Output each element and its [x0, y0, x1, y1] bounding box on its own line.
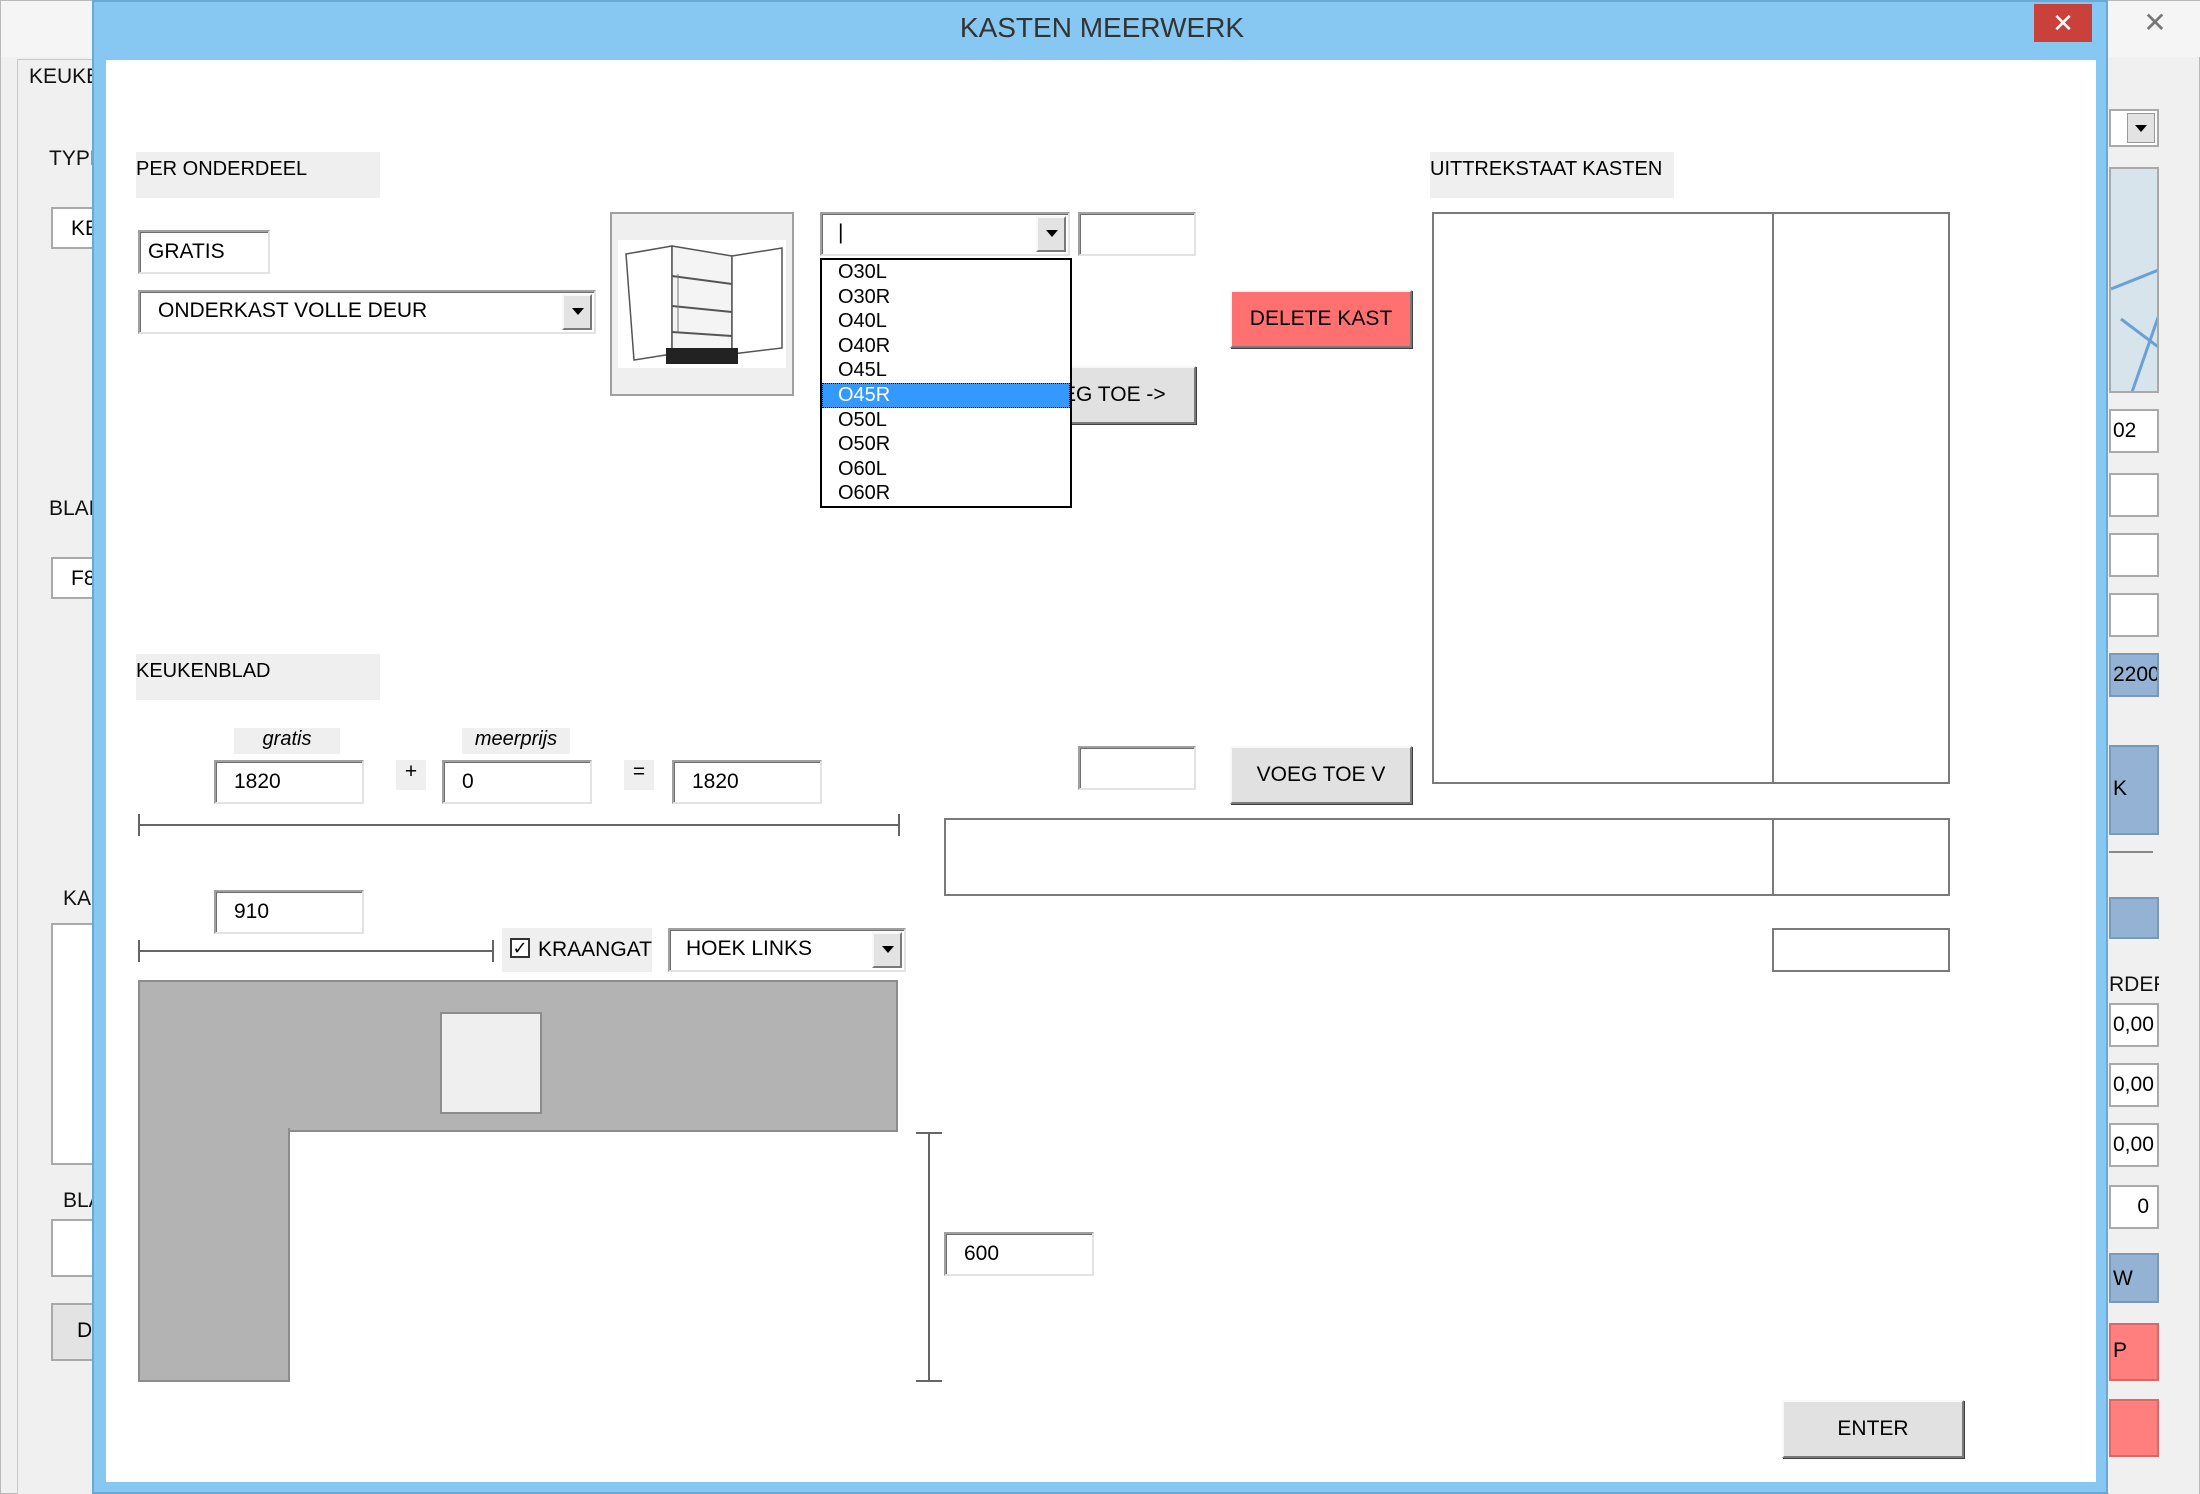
uittrekstaat-label: UITTREKSTAAT KASTEN [1430, 152, 1674, 198]
gratis-caption: gratis [234, 728, 340, 754]
dialog-close-button[interactable]: ✕ [2034, 4, 2092, 42]
equals-label: = [624, 760, 654, 790]
hoek-select-value: HOEK LINKS [686, 937, 813, 960]
background-field-2200[interactable]: 2200 [2109, 653, 2159, 697]
delete-kast-button[interactable]: DELETE KAST [1230, 290, 1412, 348]
kraangat-checkbox-row[interactable]: ✓ KRAANGAT [502, 928, 652, 972]
background-blad-label: BLAD [49, 497, 93, 520]
length-dimension-tick-left [138, 814, 140, 836]
countertop-joint [140, 1126, 288, 1132]
chevron-down-icon[interactable] [562, 294, 592, 330]
keukenblad-label: KEUKENBLAD [136, 654, 380, 700]
dialog-title: KASTEN MEERWERK [959, 12, 1245, 43]
voeg-toe-arrow-button-label: EG TOE -> [1062, 383, 1166, 406]
cabinet-image [610, 212, 794, 396]
dropdown-option[interactable]: O40R [822, 334, 1070, 359]
uittrekstaat-list[interactable] [1432, 212, 1774, 784]
kasten-meerwerk-dialog: KASTEN MEERWERK ✕ PER ONDERDEEL GRATIS O… [92, 0, 2108, 1494]
kast-type-select[interactable]: ONDERKAST VOLLE DEUR [138, 290, 596, 334]
blad-width-field[interactable]: 910 [214, 890, 364, 934]
width-dimension-tick-left [138, 940, 140, 962]
dropdown-option[interactable]: O45R [822, 382, 1070, 408]
background-type-label: TYPE [49, 147, 93, 170]
length-dimension-tick-right [898, 814, 900, 836]
background-kas-label: KA: [63, 887, 93, 910]
background-red-button[interactable] [2109, 1399, 2159, 1457]
width-dimension-tick-right [492, 940, 494, 962]
background-field-c[interactable] [2109, 593, 2159, 637]
blad-summary-price-box[interactable] [1772, 818, 1950, 896]
blad-gratis-field[interactable]: 1820 [214, 760, 364, 804]
blad-meerprijs-field[interactable]: 0 [442, 760, 592, 804]
kast-code-dropdown-list[interactable]: O30L O30R O40L O40R O45L O45R O50L O50R O60L O60R [820, 258, 1072, 508]
meerprijs-caption: meerprijs [462, 728, 570, 754]
dropdown-option[interactable]: O50R [822, 432, 1070, 457]
cabinet-illustration-icon [618, 240, 786, 368]
depth-dimension-line [928, 1132, 930, 1382]
dropdown-option[interactable]: O30R [822, 285, 1070, 310]
kraangat-label: KRAANGAT [538, 938, 652, 961]
background-close-icon[interactable]: ✕ [2125, 5, 2185, 41]
background-field-b[interactable] [2109, 533, 2159, 577]
gratis-field[interactable]: GRATIS [138, 230, 270, 274]
background-w-button[interactable]: W [2109, 1253, 2159, 1303]
chevron-down-icon[interactable] [872, 932, 902, 968]
background-bla-label: BLA [63, 1189, 93, 1212]
background-p-button[interactable]: P [2109, 1323, 2159, 1381]
kast-type-select-value: ONDERKAST VOLLE DEUR [158, 299, 428, 322]
blad-extra-field[interactable] [1078, 746, 1196, 790]
plus-label: + [396, 760, 426, 790]
enter-button[interactable]: ENTER [1782, 1400, 1964, 1458]
voeg-toe-arrow-button[interactable]: EG TOE -> [1060, 366, 1196, 424]
background-money-3[interactable]: 0,00 [2109, 1123, 2159, 1167]
background-tab-label[interactable]: KEUKEI [29, 65, 93, 89]
voeg-toe-v-button[interactable]: VOEG TOE V [1230, 746, 1412, 804]
background-money-2[interactable]: 0,00 [2109, 1063, 2159, 1107]
background-field-02[interactable]: 02 [2109, 409, 2159, 453]
background-divider [2109, 851, 2153, 853]
depth-dimension-tick-bottom [916, 1380, 942, 1382]
background-left-panel [17, 59, 97, 1494]
width-dimension-line [138, 950, 494, 952]
dropdown-option[interactable]: O30L [822, 260, 1070, 285]
length-dimension-line [138, 824, 900, 826]
background-field-a[interactable] [2109, 473, 2159, 517]
kraangat-checkbox[interactable]: ✓ [510, 938, 530, 958]
dropdown-option[interactable]: O60R [822, 481, 1070, 506]
dropdown-option[interactable]: O45L [822, 358, 1070, 383]
blad-summary-box[interactable] [944, 818, 1774, 896]
kast-code-quantity-field[interactable] [1078, 212, 1196, 256]
kast-code-select-value: | [838, 221, 844, 244]
sink-cutout [440, 1012, 542, 1114]
blad-total-field[interactable]: 1820 [672, 760, 822, 804]
uittrekstaat-price-list[interactable] [1772, 212, 1950, 784]
background-zero-field[interactable]: 0 [2109, 1185, 2159, 1229]
hoek-select[interactable]: HOEK LINKS [668, 928, 906, 972]
dropdown-option[interactable]: O50L [822, 408, 1070, 433]
background-money-1[interactable]: 0,00 [2109, 1003, 2159, 1047]
dropdown-option[interactable]: O60L [822, 457, 1070, 482]
chevron-down-icon[interactable] [1036, 216, 1066, 252]
background-rder-label: RDER [2109, 973, 2159, 996]
depth-dimension-tick-top [916, 1132, 942, 1134]
countertop-side-segment [138, 1128, 290, 1382]
background-right-combo[interactable] [2109, 109, 2159, 147]
background-blue-bar[interactable] [2109, 897, 2159, 939]
total-price-box[interactable] [1772, 928, 1950, 972]
per-onderdeel-label: PER ONDERDEEL [136, 152, 380, 198]
background-blue-button-k[interactable]: K [2109, 745, 2159, 835]
background-map-thumbnail [2109, 167, 2159, 393]
kast-code-select[interactable]: | [820, 212, 1070, 256]
blad-depth-field[interactable]: 600 [944, 1232, 1094, 1276]
dropdown-option[interactable]: O40L [822, 309, 1070, 334]
dialog-client-area: PER ONDERDEEL GRATIS ONDERKAST VOLLE DEU… [106, 60, 2096, 1482]
